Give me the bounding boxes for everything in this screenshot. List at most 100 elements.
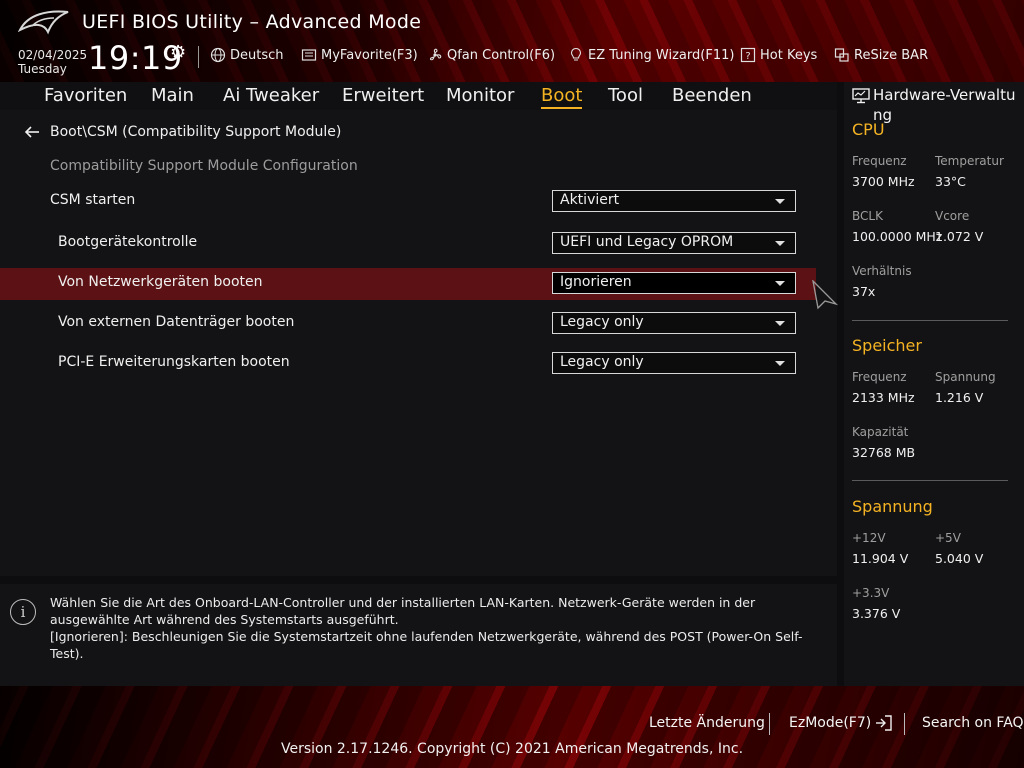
dropdown-value: Aktiviert [560,192,620,208]
clock-display: 19:19 [88,39,183,77]
rog-logo-icon [18,10,69,35]
caret-down-icon [775,321,785,326]
last-change-button[interactable]: Letzte Änderung [649,715,765,731]
cpu-ratio-value: 37x [852,284,876,299]
mem-cap-label: Kapazität [852,425,909,439]
myfavorite-label: MyFavorite(F3) [321,47,418,63]
search-faq-label: Search on FAQ [922,715,1024,731]
question-icon: ? [740,47,756,63]
ez-tuning-button[interactable]: EZ Tuning Wizard(F11) [568,47,734,63]
ez-tuning-label: EZ Tuning Wizard(F11) [588,47,735,63]
caret-down-icon [775,241,785,246]
v33-label: +3.3V [852,586,890,600]
setting-row-pcie-boot[interactable]: PCI-E Erweiterungskarten booten Legacy o… [0,348,816,380]
network-boot-dropdown[interactable]: Ignorieren [552,272,796,294]
footer-divider [904,713,905,735]
breadcrumb-path: Boot\CSM (Compatibility Support Module) [50,124,342,140]
setting-label: PCI-E Erweiterungskarten booten [58,354,290,370]
setting-row-csm[interactable]: CSM starten Aktiviert [0,186,816,218]
info-icon: i [10,599,36,625]
setting-row-storage-boot[interactable]: Von externen Datenträger booten Legacy o… [0,308,816,340]
setting-label: CSM starten [50,192,136,208]
setting-label: Von externen Datenträger booten [58,314,295,330]
help-line: [Ignorieren]: Beschleunigen Sie die Syst… [50,629,803,661]
cpu-ratio-label: Verhältnis [852,264,912,278]
exit-mode-icon [876,715,892,731]
svg-text:?: ? [745,51,750,62]
back-arrow-icon[interactable] [24,125,40,139]
hotkeys-button[interactable]: ? Hot Keys [740,47,817,63]
resize-bar-label: ReSize BAR [854,47,929,63]
fan-icon [429,48,442,61]
section-divider [852,320,1008,321]
setting-row-boot-device-control[interactable]: Bootgerätekontrolle UEFI und Legacy OPRO… [0,228,816,260]
cpu-vcore-value: 1.072 V [935,229,984,244]
breadcrumb[interactable]: Boot\CSM (Compatibility Support Module) [24,124,341,140]
copyright-text: Version 2.17.1246. Copyright (C) 2021 Am… [280,741,744,757]
tab-monitor[interactable]: Monitor [446,85,514,106]
setting-row-network-boot[interactable]: Von Netzwerkgeräten booten Ignorieren [0,268,816,300]
footer-divider [769,713,770,735]
pcie-boot-dropdown[interactable]: Legacy only [552,352,796,374]
voltage-heading: Spannung [852,497,933,516]
setting-label: Bootgerätekontrolle [58,234,198,250]
hardware-monitor-title: Hardware-Verwaltung [852,85,1020,125]
tab-main[interactable]: Main [151,85,194,106]
tab-beenden[interactable]: Beenden [672,85,752,106]
memory-heading: Speicher [852,336,922,355]
cpu-vcore-label: Vcore [935,209,970,223]
mem-volt-label: Spannung [935,370,996,384]
tab-boot[interactable]: Boot [541,85,583,109]
mem-freq-label: Frequenz [852,370,907,384]
main-tabs: Favoriten Main Ai Tweaker Erweitert Moni… [0,82,837,110]
myfavorite-button[interactable]: MyFavorite(F3) [301,47,418,63]
hardware-title-text: Hardware-Verwaltung [873,86,1016,124]
header-divider [198,46,199,68]
csm-dropdown[interactable]: Aktiviert [552,190,796,212]
hardware-monitor-panel: Hardware-Verwaltung CPU Frequenz Tempera… [844,82,1024,686]
v33-value: 3.376 V [852,606,901,621]
hotkeys-label: Hot Keys [760,47,818,63]
caret-down-icon [775,199,785,204]
tab-ai-tweaker[interactable]: Ai Tweaker [223,85,319,106]
tab-favoriten[interactable]: Favoriten [44,85,127,106]
lightbulb-icon [570,47,582,61]
ezmode-button[interactable]: EzMode(F7) [789,715,893,731]
v12-label: +12V [852,531,886,545]
tab-tool[interactable]: Tool [608,85,643,106]
cpu-freq-value: 3700 MHz [852,174,915,189]
search-faq-button[interactable]: Search on FAQ [922,715,1024,731]
settings-panel: Boot\CSM (Compatibility Support Module) … [0,110,837,576]
day-text: Tuesday [18,62,67,76]
qfan-button[interactable]: Qfan Control(F6) [427,47,555,63]
caret-down-icon [775,281,785,286]
storage-boot-dropdown[interactable]: Legacy only [552,312,796,334]
help-text: Wählen Sie die Art des Onboard-LAN-Contr… [50,594,820,662]
dropdown-value: Legacy only [560,314,644,330]
cpu-bclk-label: BCLK [852,209,883,223]
cpu-temp-label: Temperatur [935,154,1004,168]
cpu-bclk-value: 100.0000 MHz [852,229,943,244]
gear-icon[interactable]: ⚙ [170,42,186,63]
help-line: Wählen Sie die Art des Onboard-LAN-Contr… [50,595,756,627]
resize-bar-icon [834,48,849,62]
resize-bar-button[interactable]: ReSize BAR [834,47,928,63]
setting-label: Von Netzwerkgeräten booten [58,274,263,290]
caret-down-icon [775,361,785,366]
help-panel: i Wählen Sie die Art des Onboard-LAN-Con… [0,584,837,686]
mem-volt-value: 1.216 V [935,390,984,405]
boot-device-control-dropdown[interactable]: UEFI und Legacy OPROM [552,232,796,254]
globe-icon [210,47,226,63]
tab-erweitert[interactable]: Erweitert [342,85,424,106]
mem-cap-value: 32768 MB [852,445,916,460]
date-display: 02/04/2025 Tuesday [18,48,87,76]
monitor-icon [852,88,870,104]
v12-value: 11.904 V [852,551,909,566]
language-label: Deutsch [230,47,284,63]
language-button[interactable]: Deutsch [210,47,284,63]
dropdown-value: Legacy only [560,354,644,370]
cpu-temp-value: 33°C [935,174,966,189]
favorite-icon [301,49,317,61]
dropdown-value: Ignorieren [560,274,632,290]
header-bar: UEFI BIOS Utility – Advanced Mode 02/04/… [0,0,1024,82]
